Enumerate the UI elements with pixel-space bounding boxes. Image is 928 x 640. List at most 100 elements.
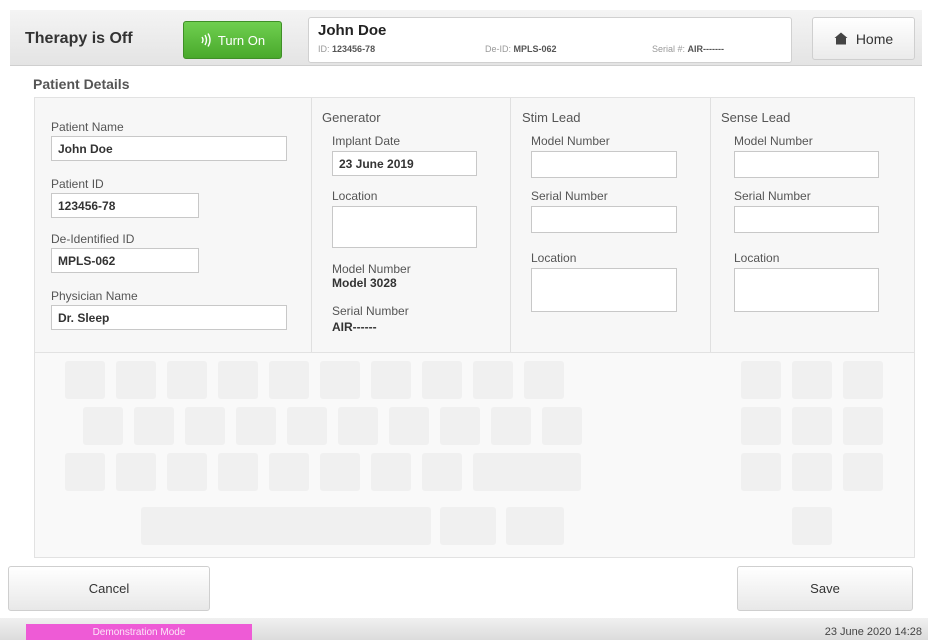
- column-divider: [510, 98, 511, 352]
- keyboard-key[interactable]: [185, 407, 225, 445]
- generator-location-label: Location: [332, 189, 378, 203]
- column-divider: [710, 98, 711, 352]
- keyboard-key[interactable]: [116, 453, 156, 491]
- keyboard-key[interactable]: [65, 361, 105, 399]
- home-button[interactable]: Home: [812, 17, 915, 60]
- keyboard-key[interactable]: [440, 507, 496, 545]
- keyboard-key[interactable]: [741, 407, 781, 445]
- deid-label: De-Identified ID: [51, 232, 135, 246]
- generator-serial-label: Serial Number: [332, 304, 409, 318]
- keyboard-key[interactable]: [141, 507, 431, 545]
- patient-summary-serial: Serial #: AIR-------: [652, 44, 724, 54]
- stim-model-field[interactable]: [531, 151, 677, 178]
- demo-mode-badge: Demonstration Mode: [26, 624, 252, 640]
- keyboard-key[interactable]: [218, 361, 258, 399]
- sense-serial-label: Serial Number: [734, 189, 811, 203]
- keyboard-key[interactable]: [491, 407, 531, 445]
- summary-id-label: ID:: [318, 44, 330, 54]
- keyboard-key[interactable]: [287, 407, 327, 445]
- patient-id-label: Patient ID: [51, 177, 104, 191]
- patient-name-label: Patient Name: [51, 120, 124, 134]
- keyboard-key[interactable]: [843, 407, 883, 445]
- stim-location-field[interactable]: [531, 268, 677, 312]
- physician-name-label: Physician Name: [51, 289, 138, 303]
- generator-serial-value: AIR------: [332, 320, 377, 334]
- sense-location-field[interactable]: [734, 268, 879, 312]
- keyboard-key[interactable]: [792, 507, 832, 545]
- stim-lead-heading: Stim Lead: [522, 110, 581, 125]
- keyboard-key[interactable]: [843, 361, 883, 399]
- section-title: Patient Details: [33, 76, 130, 92]
- patient-summary-name: John Doe: [318, 22, 387, 39]
- summary-serial-value: AIR-------: [687, 44, 725, 54]
- keyboard-key[interactable]: [320, 453, 360, 491]
- generator-heading: Generator: [322, 110, 381, 125]
- keyboard-key[interactable]: [422, 361, 462, 399]
- keyboard-key[interactable]: [371, 361, 411, 399]
- keyboard-key[interactable]: [218, 453, 258, 491]
- deid-field[interactable]: MPLS-062: [51, 248, 199, 273]
- summary-deid-value: MPLS-062: [513, 44, 557, 54]
- implant-date-label: Implant Date: [332, 134, 401, 148]
- keyboard-key[interactable]: [506, 507, 564, 545]
- keyboard-key[interactable]: [792, 361, 832, 399]
- keyboard-key[interactable]: [167, 453, 207, 491]
- save-button[interactable]: Save: [737, 566, 913, 611]
- footer-timestamp: 23 June 2020 14:28: [824, 626, 922, 638]
- keyboard-key[interactable]: [134, 407, 174, 445]
- patient-name-field[interactable]: John Doe: [51, 136, 287, 161]
- implant-date-field[interactable]: 23 June 2019: [332, 151, 477, 176]
- patient-details-panel: Patient Name John Doe Patient ID 123456-…: [34, 97, 915, 353]
- therapy-status: Therapy is Off: [25, 30, 133, 47]
- generator-model-label: Model Number: [332, 262, 411, 276]
- signal-waves-icon: [201, 33, 211, 47]
- patient-summary-deid: De-ID: MPLS-062: [485, 44, 557, 54]
- keyboard-key[interactable]: [116, 361, 156, 399]
- physician-name-field[interactable]: Dr. Sleep: [51, 305, 287, 330]
- sense-model-field[interactable]: [734, 151, 879, 178]
- home-icon: [834, 32, 848, 45]
- keyboard-key[interactable]: [792, 453, 832, 491]
- sense-serial-field[interactable]: [734, 206, 879, 233]
- turn-on-button[interactable]: Turn On: [183, 21, 282, 59]
- keyboard-key[interactable]: [65, 453, 105, 491]
- summary-deid-label: De-ID:: [485, 44, 512, 54]
- keyboard-key[interactable]: [741, 453, 781, 491]
- summary-serial-label: Serial #:: [652, 44, 686, 54]
- stim-serial-field[interactable]: [531, 206, 677, 233]
- keyboard-key[interactable]: [269, 453, 309, 491]
- keyboard-key[interactable]: [236, 407, 276, 445]
- cancel-button[interactable]: Cancel: [8, 566, 210, 611]
- summary-id-value: 123456-78: [332, 44, 376, 54]
- keyboard-key[interactable]: [338, 407, 378, 445]
- stim-location-label: Location: [531, 251, 577, 265]
- home-label: Home: [855, 30, 894, 47]
- keyboard-key[interactable]: [269, 361, 309, 399]
- turn-on-label: Turn On: [217, 32, 266, 48]
- keyboard-key[interactable]: [422, 453, 462, 491]
- keyboard-key[interactable]: [524, 361, 564, 399]
- keyboard-key[interactable]: [371, 453, 411, 491]
- keyboard-key[interactable]: [440, 407, 480, 445]
- keyboard-key[interactable]: [473, 453, 581, 491]
- keyboard-key[interactable]: [843, 453, 883, 491]
- generator-location-field[interactable]: [332, 206, 477, 248]
- keyboard-key[interactable]: [83, 407, 123, 445]
- on-screen-keyboard: [34, 353, 915, 558]
- keyboard-key[interactable]: [741, 361, 781, 399]
- sense-location-label: Location: [734, 251, 780, 265]
- sense-model-label: Model Number: [734, 134, 813, 148]
- patient-id-field[interactable]: 123456-78: [51, 193, 199, 218]
- column-divider: [311, 98, 312, 352]
- keyboard-key[interactable]: [792, 407, 832, 445]
- keyboard-key[interactable]: [320, 361, 360, 399]
- keyboard-key[interactable]: [473, 361, 513, 399]
- generator-model-value: Model 3028: [332, 276, 397, 290]
- keyboard-key[interactable]: [167, 361, 207, 399]
- keyboard-key[interactable]: [389, 407, 429, 445]
- keyboard-key[interactable]: [542, 407, 582, 445]
- stim-model-label: Model Number: [531, 134, 610, 148]
- patient-summary-card: John Doe ID: 123456-78 De-ID: MPLS-062 S…: [308, 17, 792, 63]
- stim-serial-label: Serial Number: [531, 189, 608, 203]
- app-window: Therapy is Off Turn On John Doe ID: 1234…: [0, 0, 928, 640]
